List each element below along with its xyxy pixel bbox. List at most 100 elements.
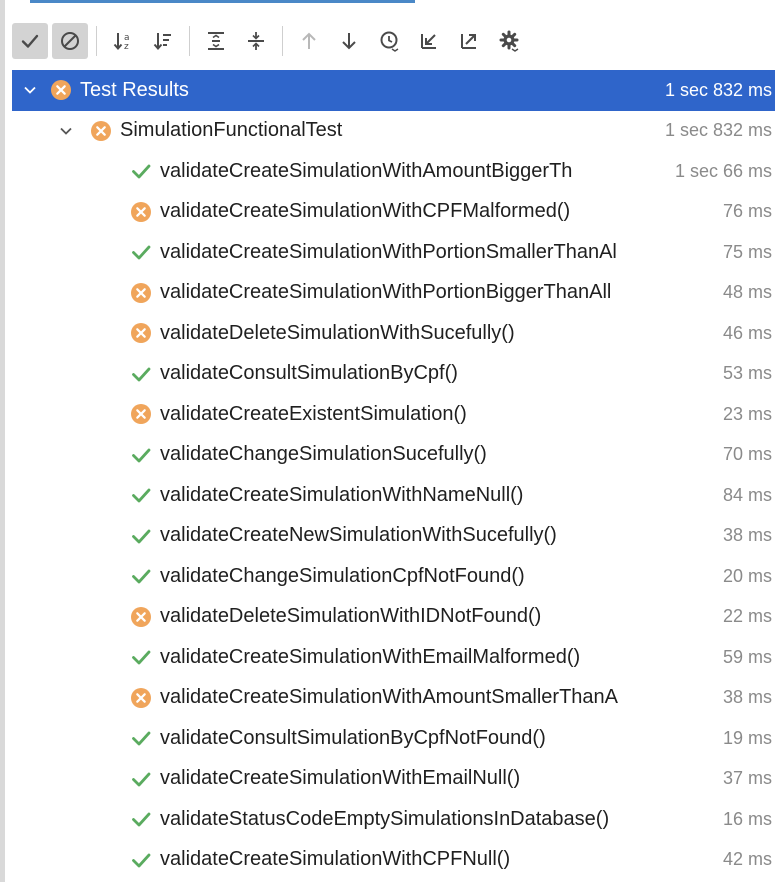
toolbar-separator bbox=[189, 26, 190, 56]
test-case-row[interactable]: validateCreateSimulationWithPortionSmall… bbox=[12, 232, 775, 273]
show-passed-button[interactable] bbox=[12, 23, 48, 59]
passed-check-icon bbox=[130, 363, 152, 385]
tree-root-duration: 1 sec 832 ms bbox=[664, 79, 772, 100]
test-case-label: validateConsultSimulationByCpf() bbox=[160, 362, 458, 385]
tab-underline bbox=[30, 0, 415, 3]
test-case-duration: 16 ms bbox=[718, 799, 772, 840]
svg-text:z: z bbox=[124, 42, 129, 52]
passed-check-icon bbox=[130, 444, 152, 466]
test-case-row[interactable]: validateChangeSimulationCpfNotFound() 20 … bbox=[12, 556, 775, 597]
test-case-duration: 84 ms bbox=[718, 475, 772, 516]
test-results-tree[interactable]: Test Results 1 sec 832 ms SimulationFunc… bbox=[12, 70, 775, 880]
down-arrow-icon bbox=[342, 33, 356, 50]
failed-status-icon bbox=[130, 687, 152, 709]
sort-alphabetically-button[interactable]: az bbox=[105, 23, 141, 59]
test-case-duration: 48 ms bbox=[718, 272, 772, 313]
next-failed-button[interactable] bbox=[331, 23, 367, 59]
test-case-duration: 70 ms bbox=[718, 434, 772, 475]
test-case-label: validateCreateSimulationWithEmailNull() bbox=[160, 767, 521, 790]
test-case-label: validateConsultSimulationByCpfNotFound() bbox=[160, 726, 546, 749]
test-case-row[interactable]: validateDeleteSimulationWithIDNotFound()… bbox=[12, 596, 775, 637]
test-case-label: validateCreateSimulationWithEmailMalform… bbox=[160, 645, 581, 668]
export-icon bbox=[461, 34, 476, 49]
test-case-row[interactable]: validateStatusCodeEmptySimulationsInData… bbox=[12, 799, 775, 840]
previous-failed-button[interactable] bbox=[291, 23, 327, 59]
passed-check-icon bbox=[130, 808, 152, 830]
suite-duration: 1 sec 832 ms bbox=[660, 110, 772, 151]
gear-icon bbox=[499, 30, 519, 52]
test-case-row[interactable]: validateCreateSimulationWithAmountSmalle… bbox=[12, 677, 775, 718]
test-case-label: validateCreateNewSimulationWithSucefully… bbox=[160, 524, 557, 547]
test-case-label: validateDeleteSimulationWithIDNotFound() bbox=[160, 605, 542, 628]
expand-all-icon bbox=[208, 32, 224, 50]
test-case-list: validateCreateSimulationWithAmountBigger… bbox=[12, 151, 775, 880]
settings-button[interactable] bbox=[491, 23, 527, 59]
test-case-row[interactable]: validateConsultSimulationByCpfNotFound()… bbox=[12, 718, 775, 759]
test-case-row[interactable]: validateConsultSimulationByCpf() 53 ms bbox=[12, 353, 775, 394]
failed-status-icon bbox=[130, 606, 152, 628]
test-case-row[interactable]: validateCreateSimulationWithCPFMalformed… bbox=[12, 191, 775, 232]
test-case-label: validateCreateSimulationWithCPFMalformed… bbox=[160, 200, 571, 223]
test-case-duration: 1 sec 66 ms bbox=[670, 151, 772, 192]
test-case-row[interactable]: validateCreateSimulationWithPortionBigge… bbox=[12, 272, 775, 313]
test-case-duration: 75 ms bbox=[718, 232, 772, 273]
toolbar-separator bbox=[282, 26, 283, 56]
passed-check-icon bbox=[130, 241, 152, 263]
export-tests-button[interactable] bbox=[451, 23, 487, 59]
failed-status-icon bbox=[90, 120, 112, 142]
test-case-duration: 20 ms bbox=[718, 556, 772, 597]
collapse-all-icon bbox=[248, 32, 264, 50]
test-case-duration: 22 ms bbox=[718, 596, 772, 637]
test-case-label: validateCreateSimulationWithAmountBigger… bbox=[160, 159, 573, 182]
test-history-button[interactable] bbox=[371, 23, 407, 59]
test-case-row[interactable]: validateCreateSimulationWithEmailNull() 3… bbox=[12, 758, 775, 799]
passed-check-icon bbox=[130, 565, 152, 587]
test-case-row[interactable]: validateCreateSimulationWithEmailMalform… bbox=[12, 637, 775, 678]
chevron-down-icon[interactable] bbox=[20, 80, 40, 100]
test-case-row[interactable]: validateChangeSimulationSucefully() 70 ms bbox=[12, 434, 775, 475]
test-case-row[interactable]: validateCreateNewSimulationWithSucefully… bbox=[12, 515, 775, 556]
import-tests-button[interactable] bbox=[411, 23, 447, 59]
test-case-label: validateCreateSimulationWithNameNull() bbox=[160, 483, 524, 506]
suite-row[interactable]: SimulationFunctionalTest 1 sec 832 ms bbox=[12, 110, 775, 151]
chevron-down-icon[interactable] bbox=[56, 121, 76, 141]
import-icon bbox=[421, 34, 436, 49]
failed-status-icon bbox=[130, 403, 152, 425]
test-case-row[interactable]: validateDeleteSimulationWithSucefully() 4… bbox=[12, 313, 775, 354]
test-case-row[interactable]: validateCreateSimulationWithCPFNull() 42 … bbox=[12, 839, 775, 880]
test-case-label: validateChangeSimulationCpfNotFound() bbox=[160, 564, 525, 587]
tree-root-row[interactable]: Test Results 1 sec 832 ms bbox=[12, 70, 775, 111]
test-case-duration: 42 ms bbox=[718, 839, 772, 880]
test-case-row[interactable]: validateCreateExistentSimulation() 23 ms bbox=[12, 394, 775, 435]
test-case-label: validateCreateSimulationWithAmountSmalle… bbox=[160, 686, 618, 709]
test-case-label: validateDeleteSimulationWithSucefully() bbox=[160, 321, 515, 344]
passed-check-icon bbox=[130, 849, 152, 871]
panel-edge bbox=[0, 0, 5, 882]
sort-by-duration-icon bbox=[153, 33, 171, 51]
test-runner-toolbar: az bbox=[12, 16, 775, 66]
passed-check-icon bbox=[130, 484, 152, 506]
test-case-label: validateCreateSimulationWithPortionBigge… bbox=[160, 281, 612, 304]
test-case-duration: 76 ms bbox=[718, 191, 772, 232]
failed-status-icon bbox=[50, 79, 72, 101]
sort-by-duration-button[interactable] bbox=[145, 23, 181, 59]
up-arrow-icon bbox=[302, 32, 316, 49]
passed-check-icon bbox=[130, 646, 152, 668]
test-case-row[interactable]: validateCreateSimulationWithAmountBigger… bbox=[12, 151, 775, 192]
show-passed-icon bbox=[21, 34, 39, 48]
test-case-duration: 46 ms bbox=[718, 313, 772, 354]
test-case-duration: 37 ms bbox=[718, 758, 772, 799]
passed-check-icon bbox=[130, 525, 152, 547]
expand-all-button[interactable] bbox=[198, 23, 234, 59]
passed-check-icon bbox=[130, 727, 152, 749]
test-case-duration: 19 ms bbox=[718, 718, 772, 759]
test-case-row[interactable]: validateCreateSimulationWithNameNull() 84… bbox=[12, 475, 775, 516]
failed-status-icon bbox=[130, 201, 152, 223]
test-case-label: validateChangeSimulationSucefully() bbox=[160, 443, 487, 466]
test-case-label: validateCreateSimulationWithCPFNull() bbox=[160, 848, 511, 871]
test-case-label: validateStatusCodeEmptySimulationsInData… bbox=[160, 807, 610, 830]
test-case-duration: 38 ms bbox=[718, 515, 772, 556]
collapse-all-button[interactable] bbox=[238, 23, 274, 59]
sort-alphabetically-icon: az bbox=[113, 33, 130, 52]
show-ignored-button[interactable] bbox=[52, 23, 88, 59]
